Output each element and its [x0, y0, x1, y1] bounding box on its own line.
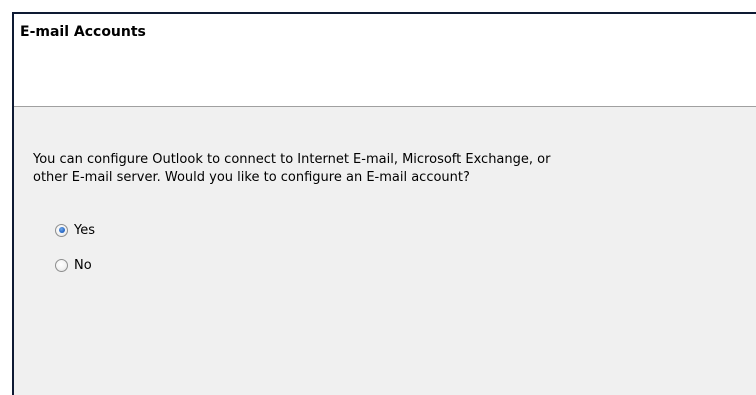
email-accounts-dialog: E-mail Accounts You can configure Outloo…	[0, 0, 756, 395]
no-radio-option[interactable]: No	[55, 256, 92, 274]
description-text: You can configure Outlook to connect to …	[33, 151, 756, 187]
no-radio-label[interactable]: No	[74, 258, 92, 273]
yes-radio-button[interactable]	[55, 223, 68, 237]
dialog-header: E-mail Accounts	[14, 14, 756, 106]
no-radio-button[interactable]	[55, 258, 68, 272]
window-border-top	[12, 12, 756, 14]
yes-radio-label[interactable]: Yes	[74, 223, 95, 238]
window-border-left	[12, 12, 14, 395]
yes-radio-option[interactable]: Yes	[55, 221, 95, 239]
description-line-1: You can configure Outlook to connect to …	[33, 152, 551, 167]
dialog-title: E-mail Accounts	[20, 24, 146, 40]
description-line-2: other E-mail server. Would you like to c…	[33, 170, 470, 185]
dialog-content: You can configure Outlook to connect to …	[14, 107, 756, 395]
